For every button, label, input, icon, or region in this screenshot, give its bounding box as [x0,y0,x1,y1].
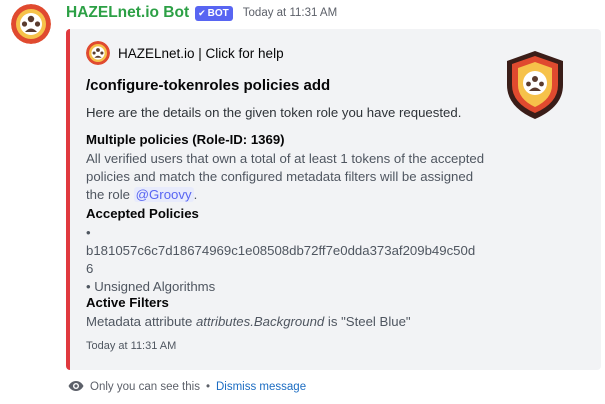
field-role-name: Multiple policies (Role-ID: 1369) [86,132,285,147]
field-filters-value: Metadata attribute attributes.Background… [86,313,496,331]
author-icon [86,41,110,65]
ephemeral-separator: • [205,381,210,393]
field-role-line: policies and match the configured metada… [86,169,474,184]
eye-icon [68,380,84,395]
message-timestamp: Today at 11:31 AM [242,7,338,19]
embed-footer: Today at 11:31 AM [86,340,177,352]
bot-tag-label: BOT [207,7,229,19]
filter-suffix: is "Steel Blue" [324,314,411,329]
embed-author[interactable]: HAZELnet.io | Click for help [86,41,284,65]
field-role-value: All verified users that own a total of a… [86,150,496,204]
policy-id-continued: 6 [86,261,94,276]
field-role-line-text: the role [86,187,134,202]
role-mention[interactable]: @Groovy [133,187,194,202]
bot-tag: ✔ BOT [195,5,233,21]
dismiss-message-link[interactable]: Dismiss message [216,381,306,393]
ephemeral-text: Only you can see this [90,381,200,393]
embed: HAZELnet.io | Click for help /configure-… [66,29,601,370]
author-name[interactable]: HAZELnet.io | Click for help [118,46,284,61]
ephemeral-notice: Only you can see this • Dismiss message [68,379,306,395]
field-role-period: . [193,187,198,202]
filter-prefix: Metadata attribute [86,314,196,329]
verified-check-icon: ✔ [198,7,206,18]
field-policies-value: • b181057c6c7d18674969c1e08508db72ff7e0d… [86,224,526,296]
bot-avatar[interactable] [11,4,51,44]
field-filters-name: Active Filters [86,295,169,310]
policy-unsigned: • Unsigned Algorithms [86,279,216,294]
policy-id: b181057c6c7d18674969c1e08508db72ff7e0dda… [86,243,476,258]
field-role-line: the role @Groovy. [86,186,496,204]
field-policies-name: Accepted Policies [86,206,199,221]
shield-thumbnail-icon[interactable] [503,49,567,121]
message-header: HAZELnet.io Bot ✔ BOT Today at 11:31 AM [66,3,337,23]
filter-attribute: attributes.Background [195,314,325,329]
field-role-line: All verified users that own a total of a… [86,151,485,166]
embed-title: /configure-tokenroles policies add [86,77,331,94]
embed-description: Here are the details on the given token … [86,105,462,120]
bot-name[interactable]: HAZELnet.io Bot [66,4,189,22]
policy-bullet: • [86,225,91,240]
